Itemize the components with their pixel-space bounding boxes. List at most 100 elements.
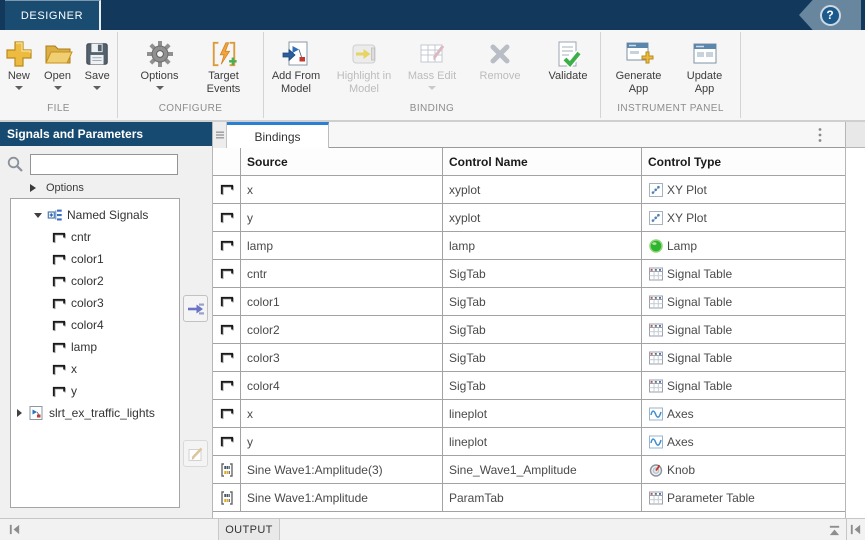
new-button[interactable]: New: [0, 38, 38, 90]
tree-item-color1[interactable]: color1: [11, 248, 179, 270]
control-name-cell: lineplot: [443, 428, 642, 455]
signal-icon: [219, 406, 234, 421]
parameter-icon: [219, 462, 235, 478]
table-row[interactable]: lamp lamp Lamp: [213, 232, 845, 260]
signal-icon: [219, 210, 234, 225]
save-label: Save: [85, 70, 110, 83]
tree-item-color4[interactable]: color4: [11, 314, 179, 336]
options-label: Options: [141, 70, 179, 83]
table-row[interactable]: color4 SigTab Signal Table: [213, 372, 845, 400]
tree-item-y[interactable]: y: [11, 380, 179, 402]
model-icon: [28, 405, 44, 421]
options-button[interactable]: Options: [134, 38, 186, 90]
update-app-button[interactable]: Update App: [677, 38, 733, 96]
signal-icon: [51, 274, 66, 289]
validate-button[interactable]: Validate: [536, 38, 600, 83]
highlight-in-model-icon: [348, 38, 380, 70]
tree-node-named-signals[interactable]: Named Signals: [11, 204, 179, 226]
options-dropdown-caret[interactable]: [156, 86, 164, 90]
panel-title: Signals and Parameters: [7, 127, 143, 141]
signals-tree: Named Signals cntr color1 color2 color3 …: [10, 198, 180, 508]
table-row[interactable]: color3 SigTab Signal Table: [213, 344, 845, 372]
new-dropdown-caret[interactable]: [15, 86, 23, 90]
control-name-cell: SigTab: [443, 316, 642, 343]
table-row[interactable]: color1 SigTab Signal Table: [213, 288, 845, 316]
tree-node-model[interactable]: slrt_ex_traffic_lights: [11, 402, 179, 424]
control-name-cell: xyplot: [443, 204, 642, 231]
control-name-cell: SigTab: [443, 260, 642, 287]
table-row[interactable]: Sine Wave1:Amplitude ParamTab Parameter …: [213, 484, 845, 512]
control-type-cell: Parameter Table: [667, 491, 755, 505]
ribbon-group-configure: Options Target Events CONFIGURE: [118, 32, 264, 118]
signal-table-icon: [648, 266, 664, 282]
remove-icon: [484, 38, 516, 70]
kebab-menu-icon[interactable]: [817, 127, 823, 148]
table-row[interactable]: cntr SigTab Signal Table: [213, 260, 845, 288]
right-strip-header: [846, 122, 865, 148]
tree-label: slrt_ex_traffic_lights: [49, 406, 155, 420]
column-header-source[interactable]: Source: [241, 148, 443, 175]
chevron-right-icon[interactable]: [17, 409, 22, 417]
target-events-label: Target Events: [200, 70, 248, 96]
help-label: ?: [826, 8, 833, 22]
bind-arrow-icon: [186, 299, 206, 319]
table-row[interactable]: Sine Wave1:Amplitude(3) Sine_Wave1_Ampli…: [213, 456, 845, 484]
signal-icon: [51, 230, 66, 245]
table-row[interactable]: color2 SigTab Signal Table: [213, 316, 845, 344]
search-icon[interactable]: [6, 155, 26, 180]
signal-icon: [51, 296, 66, 311]
open-button[interactable]: Open: [38, 38, 78, 90]
right-edge-strip: [845, 122, 865, 518]
tab-bindings[interactable]: Bindings: [227, 122, 329, 148]
generate-app-icon: [623, 38, 655, 70]
add-from-model-button[interactable]: Add From Model: [264, 38, 328, 96]
signal-table-icon: [648, 294, 664, 310]
column-header-control-type[interactable]: Control Type: [642, 148, 845, 175]
table-row[interactable]: y lineplot Axes: [213, 428, 845, 456]
tree-item-color2[interactable]: color2: [11, 270, 179, 292]
table-row[interactable]: y xyplot XY Plot: [213, 204, 845, 232]
axes-icon: [648, 434, 664, 450]
collapse-left-panel-icon[interactable]: [8, 523, 21, 540]
signal-icon: [219, 322, 234, 337]
save-icon: [81, 38, 113, 70]
collapse-right-panel-icon[interactable]: [849, 523, 862, 540]
tab-designer[interactable]: DESIGNER: [5, 0, 101, 30]
table-row[interactable]: x lineplot Axes: [213, 400, 845, 428]
target-events-icon: [208, 38, 240, 70]
tree-item-color3[interactable]: color3: [11, 292, 179, 314]
tab-output[interactable]: OUTPUT: [218, 519, 280, 540]
document-tabbar: Bindings: [213, 122, 845, 148]
search-input[interactable]: [30, 154, 178, 175]
table-row[interactable]: x xyplot XY Plot: [213, 176, 845, 204]
validate-label: Validate: [549, 70, 588, 83]
tree-item-cntr[interactable]: cntr: [11, 226, 179, 248]
chevron-down-icon[interactable]: [34, 213, 42, 218]
generate-app-button[interactable]: Generate App: [609, 38, 669, 96]
tree-item-lamp[interactable]: lamp: [11, 336, 179, 358]
bind-selection-button[interactable]: [183, 295, 208, 322]
control-type-cell: XY Plot: [667, 183, 707, 197]
column-header-control-name[interactable]: Control Name: [443, 148, 642, 175]
signal-icon: [219, 294, 234, 309]
update-app-icon: [689, 38, 721, 70]
bindings-table: Source Control Name Control Type x xyplo…: [213, 148, 845, 512]
tree-item-x[interactable]: x: [11, 358, 179, 380]
help-icon[interactable]: ?: [820, 5, 841, 26]
tree-label: color1: [71, 252, 104, 266]
group-label-instrument-panel: INSTRUMENT PANEL: [601, 103, 740, 118]
save-button[interactable]: Save: [77, 38, 117, 90]
save-dropdown-caret[interactable]: [93, 86, 101, 90]
collapse-output-icon[interactable]: [828, 524, 841, 540]
mass-edit-label: Mass Edit: [408, 70, 456, 83]
panel-menu-icon[interactable]: [213, 122, 227, 148]
signal-table-icon: [648, 322, 664, 338]
source-cell: Sine Wave1:Amplitude(3): [241, 456, 443, 483]
target-events-button[interactable]: Target Events: [200, 38, 248, 96]
add-from-model-icon: [280, 38, 312, 70]
table-header-row: Source Control Name Control Type: [213, 148, 845, 176]
parameter-table-icon: [648, 490, 664, 506]
open-dropdown-caret[interactable]: [54, 86, 62, 90]
lamp-icon: [648, 238, 664, 254]
options-expander[interactable]: Options: [30, 182, 84, 194]
